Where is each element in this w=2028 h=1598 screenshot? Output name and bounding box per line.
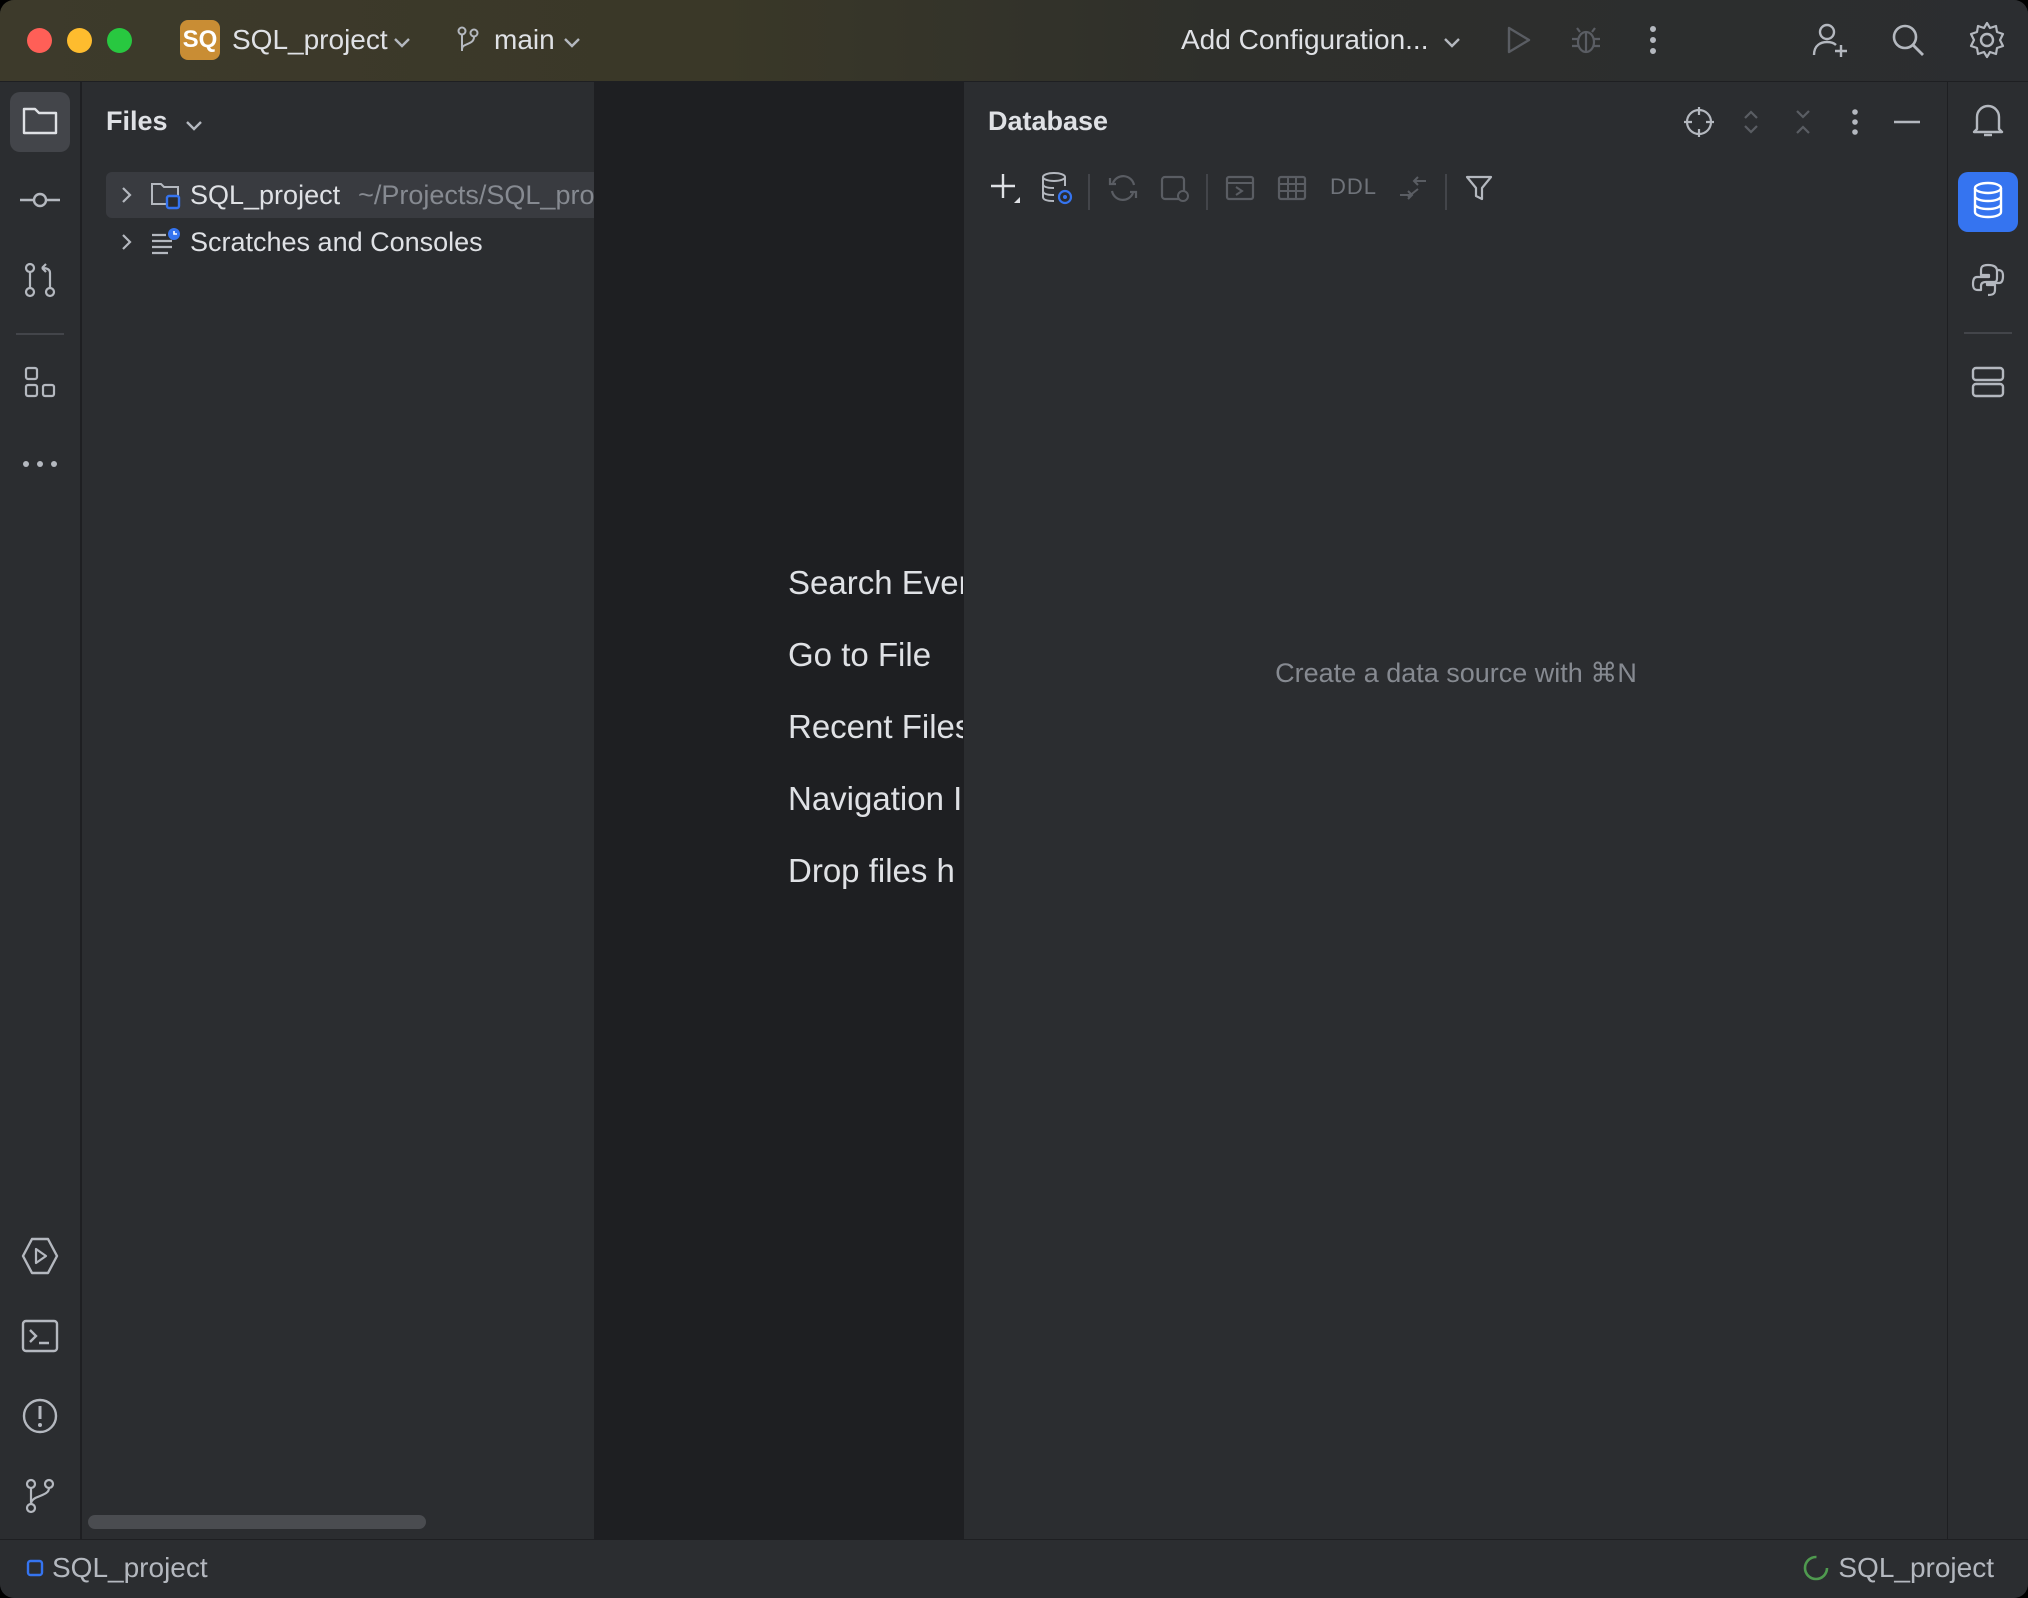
hint-search-everywhere: Search Ever	[788, 564, 963, 602]
strip-separator	[1964, 332, 2012, 334]
notifications-icon	[1971, 101, 2005, 144]
more-tools-button[interactable]	[10, 434, 70, 494]
panel-title: Files	[106, 106, 168, 136]
git-icon	[23, 1477, 57, 1520]
close-window-button[interactable]	[27, 28, 52, 53]
commit-tool-button[interactable]	[10, 172, 70, 232]
database-panel: Database	[963, 82, 1947, 1539]
add-data-source-icon[interactable]	[983, 166, 1027, 210]
structure-icon	[23, 365, 57, 404]
more-icon	[22, 455, 58, 473]
tree-item-label: SQL_project	[190, 180, 340, 211]
project-folder-icon	[146, 177, 186, 213]
branch-selector[interactable]: main	[494, 22, 555, 58]
run-configuration-selector[interactable]: Add Configuration...	[1181, 22, 1429, 58]
filter-icon[interactable]	[1457, 166, 1501, 210]
jump-to-console-icon[interactable]	[1153, 166, 1197, 210]
hide-panel-icon[interactable]	[1885, 100, 1929, 144]
hint-go-to-file: Go to File ⇧	[788, 636, 963, 674]
notifications-button[interactable]	[1958, 92, 2018, 152]
data-source-properties-icon[interactable]	[1035, 166, 1079, 210]
zoom-window-button[interactable]	[107, 28, 132, 53]
horizontal-scrollbar[interactable]	[88, 1515, 426, 1529]
database-panel-title: Database	[988, 106, 1108, 137]
terminal-icon	[21, 1319, 59, 1358]
pull-requests-tool-button[interactable]	[10, 252, 70, 312]
status-right-label: SQL_project	[1838, 1552, 1994, 1584]
right-tool-strip	[1947, 82, 2028, 1539]
editor-area: Search Ever Go to File ⇧ Recent Files Na…	[596, 82, 963, 1539]
services-icon	[1970, 365, 2006, 404]
chevron-right-icon[interactable]	[106, 185, 146, 205]
status-bar: SQL_project SQL_project	[0, 1539, 2028, 1598]
left-tool-strip	[0, 82, 81, 1539]
toolbar-separator	[1445, 174, 1447, 210]
terminal-tool-button[interactable]	[10, 1308, 70, 1368]
strip-separator	[16, 333, 64, 335]
structure-tool-button[interactable]	[10, 354, 70, 414]
ddl-button[interactable]: DDL	[1330, 174, 1377, 200]
hint-navigation-bar: Navigation I	[788, 780, 962, 818]
refresh-icon[interactable]	[1101, 166, 1145, 210]
tree-item-path: ~/Projects/SQL_pro	[358, 180, 594, 211]
ide-window: SQ SQL_project main Add Configuration...	[0, 0, 2028, 1598]
add-user-icon[interactable]	[1808, 18, 1852, 62]
minimize-window-button[interactable]	[67, 28, 92, 53]
project-tool-button[interactable]	[10, 92, 70, 152]
commit-icon	[20, 190, 60, 215]
tree-item-label: Scratches and Consoles	[190, 227, 483, 258]
table-icon[interactable]	[1270, 166, 1314, 210]
empty-state-message: Create a data source with ⌘N	[964, 658, 1948, 689]
services-panel-button[interactable]	[1958, 354, 2018, 414]
chevron-right-icon[interactable]	[106, 232, 146, 252]
locate-icon[interactable]	[1677, 100, 1721, 144]
progress-spinner-icon	[1802, 1554, 1830, 1582]
status-left-label: SQL_project	[52, 1552, 208, 1584]
hint-drop-files: Drop files h	[788, 852, 955, 890]
compare-icon[interactable]	[1391, 166, 1435, 210]
chevron-down-icon	[185, 107, 203, 138]
hint-go-to-file-label: Go to File	[788, 636, 931, 673]
project-module-icon	[26, 1559, 44, 1577]
services-tool-button[interactable]	[10, 1228, 70, 1288]
project-view-selector[interactable]: Files	[106, 106, 203, 138]
collapse-all-icon[interactable]	[1781, 100, 1825, 144]
hint-recent-files: Recent Files	[788, 708, 963, 746]
problems-tool-button[interactable]	[10, 1388, 70, 1448]
database-toolbar: DDL	[964, 162, 1948, 220]
search-icon[interactable]	[1886, 18, 1930, 62]
expand-all-icon[interactable]	[1729, 100, 1773, 144]
tree-item-sql-project[interactable]: SQL_project ~/Projects/SQL_pro	[106, 172, 595, 218]
title-bar: SQ SQL_project main Add Configuration...	[0, 0, 2028, 82]
problems-icon	[21, 1397, 59, 1440]
toolbar-separator	[1206, 174, 1208, 210]
python-console-icon	[1970, 262, 2006, 303]
status-project-breadcrumb[interactable]: SQL_project	[26, 1552, 208, 1584]
branch-icon[interactable]	[446, 18, 490, 62]
chevron-down-icon[interactable]	[1430, 20, 1474, 64]
pull-requests-icon	[22, 261, 58, 304]
database-tool-button[interactable]	[1958, 172, 2018, 232]
project-panel: Files SQL_project ~/Projects/SQL_pro Scr…	[82, 82, 595, 1539]
folder-icon	[21, 104, 59, 141]
chevron-down-icon[interactable]	[550, 20, 594, 64]
tree-item-scratches[interactable]: Scratches and Consoles	[106, 219, 595, 265]
python-console-button[interactable]	[1958, 252, 2018, 312]
git-tool-button[interactable]	[10, 1468, 70, 1528]
project-selector[interactable]: SQL_project	[232, 22, 388, 58]
scratches-icon	[146, 224, 186, 260]
settings-gear-icon[interactable]	[1965, 18, 2009, 62]
debug-icon[interactable]	[1564, 18, 1608, 62]
more-actions-icon[interactable]	[1631, 18, 1675, 62]
toolbar-separator	[1088, 174, 1090, 210]
run-services-icon	[20, 1236, 60, 1281]
project-badge[interactable]: SQ	[180, 20, 220, 60]
run-icon[interactable]	[1496, 18, 1540, 62]
chevron-down-icon[interactable]	[380, 20, 424, 64]
query-console-icon[interactable]	[1218, 166, 1262, 210]
database-icon	[1971, 181, 2005, 224]
status-background-task[interactable]: SQL_project	[1802, 1552, 1994, 1584]
more-options-icon[interactable]	[1833, 100, 1877, 144]
